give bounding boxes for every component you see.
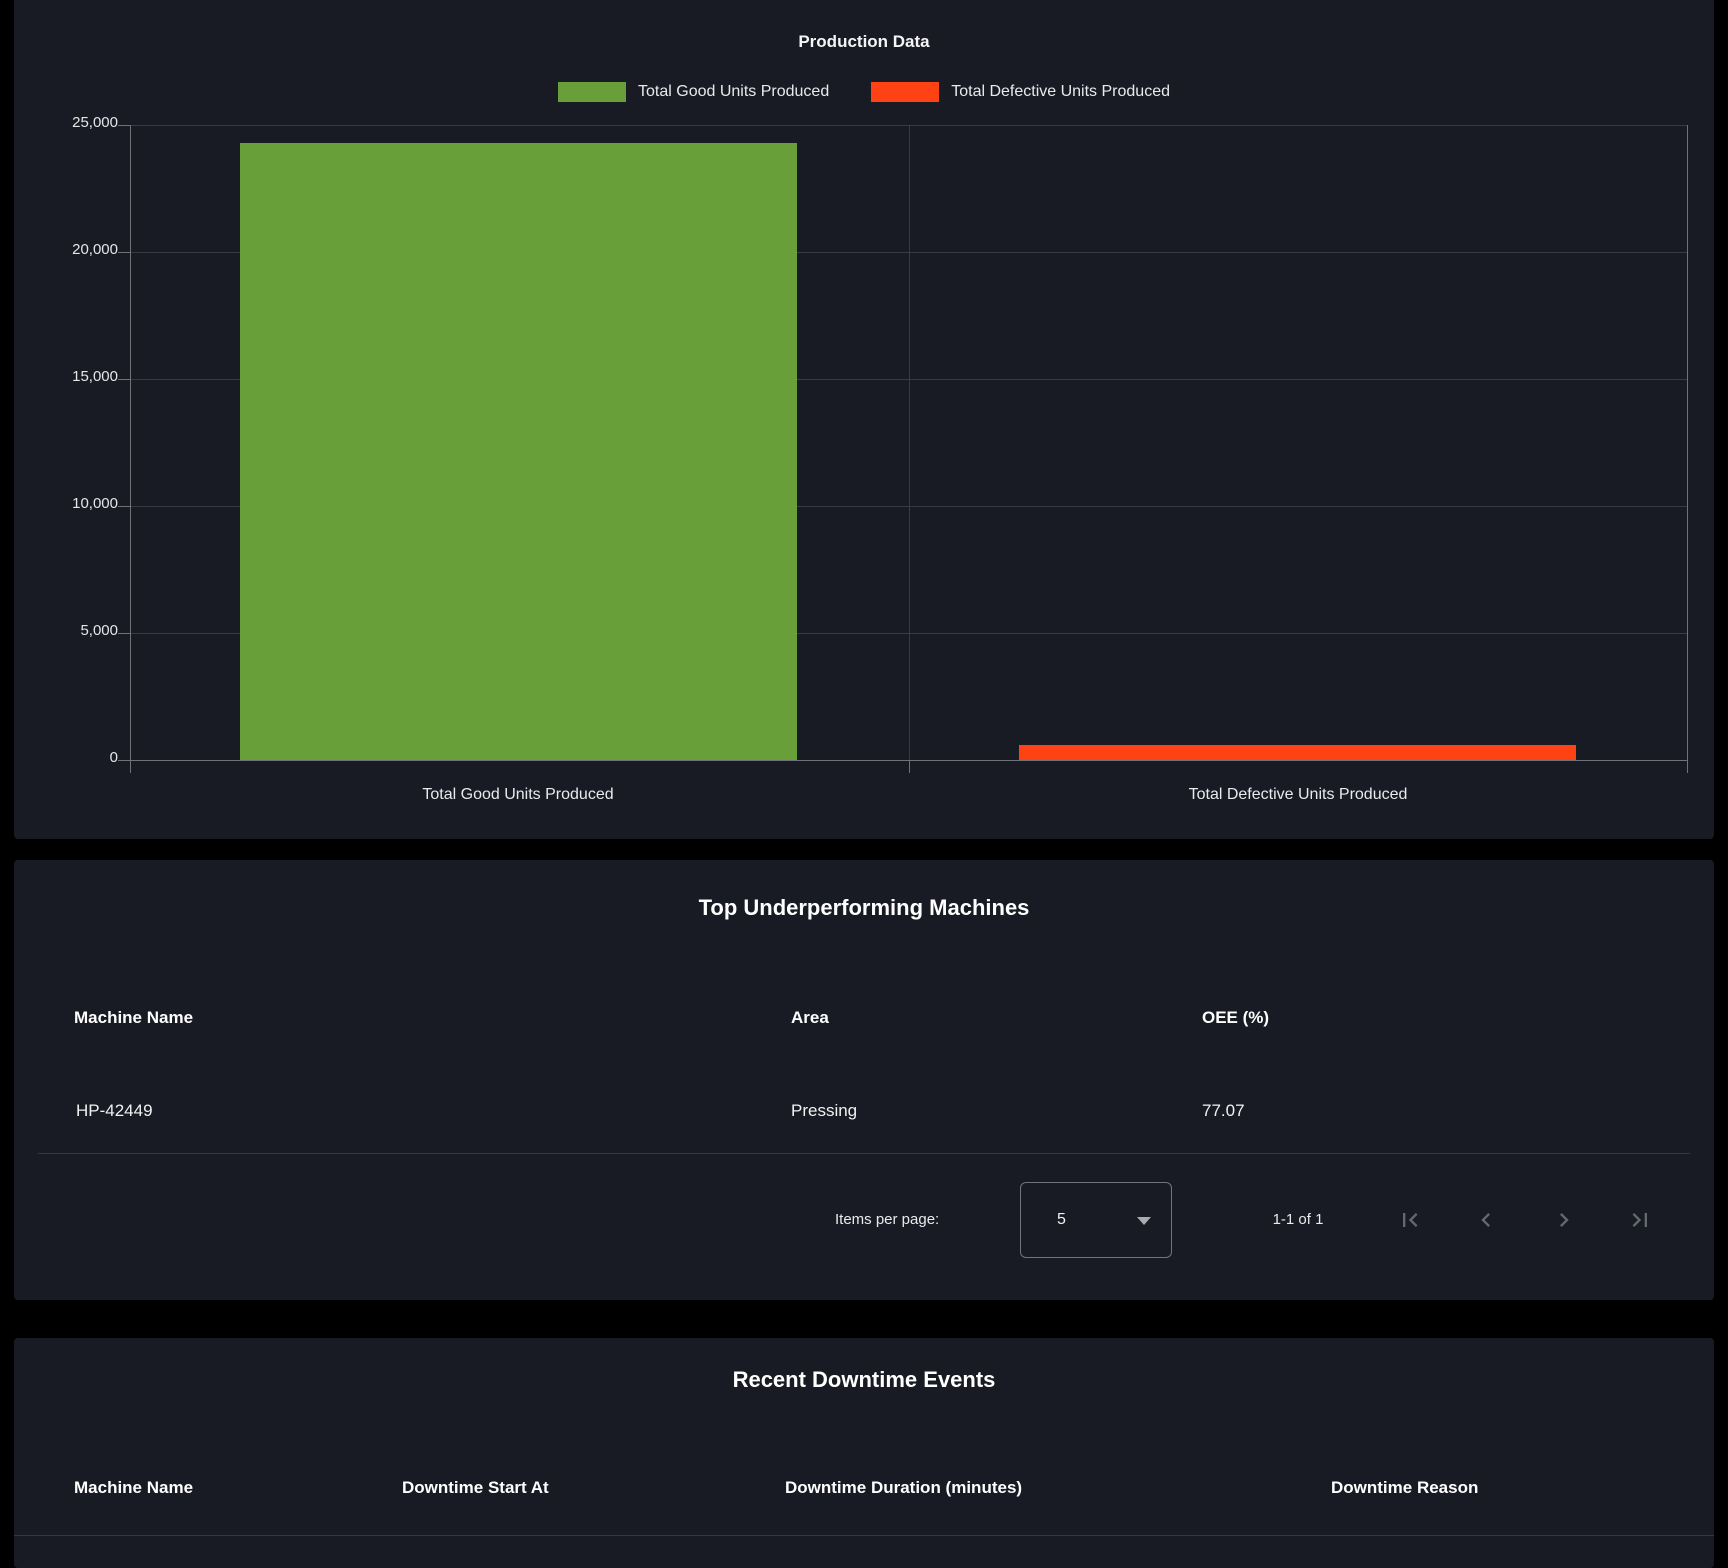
bar-good-units xyxy=(240,143,797,760)
chart-title: Production Data xyxy=(14,32,1714,52)
column-header-machine-name: Machine Name xyxy=(74,1008,193,1028)
x-axis-line xyxy=(130,760,1688,761)
defective-units-swatch xyxy=(871,82,939,102)
first-page-button[interactable] xyxy=(1394,1204,1426,1236)
row-divider xyxy=(38,1153,1690,1154)
recent-downtime-card: Recent Downtime Events Machine Name Down… xyxy=(14,1338,1714,1568)
previous-page-button[interactable] xyxy=(1470,1204,1502,1236)
cell-oee: 77.07 xyxy=(1202,1101,1245,1121)
x-label-good-units: Total Good Units Produced xyxy=(218,786,818,804)
page-size-value: 5 xyxy=(1057,1183,1066,1257)
last-page-icon xyxy=(1626,1206,1654,1234)
chevron-right-icon xyxy=(1550,1206,1578,1234)
y-tickmark xyxy=(118,252,130,253)
production-chart-card: Production Data Total Good Units Produce… xyxy=(14,0,1714,839)
column-header-oee: OEE (%) xyxy=(1202,1008,1269,1028)
chevron-left-icon xyxy=(1472,1206,1500,1234)
y-tick-0: 0 xyxy=(14,749,118,766)
y-tick-20000: 20,000 xyxy=(14,241,118,258)
column-header-downtime-reason: Downtime Reason xyxy=(1331,1478,1478,1498)
y-tickmark xyxy=(118,125,130,126)
plot-right-border xyxy=(1687,125,1688,773)
page-size-select[interactable]: 5 xyxy=(1020,1182,1172,1258)
y-tickmark xyxy=(118,506,130,507)
x-label-defective-units: Total Defective Units Produced xyxy=(998,786,1598,804)
y-tickmark xyxy=(118,379,130,380)
column-header-downtime-duration: Downtime Duration (minutes) xyxy=(785,1478,1022,1498)
legend-item-good-units[interactable]: Total Good Units Produced xyxy=(558,82,829,102)
x-tickmark xyxy=(909,760,910,773)
column-header-machine-name: Machine Name xyxy=(74,1478,193,1498)
plot-area xyxy=(130,125,1687,760)
legend-label: Total Defective Units Produced xyxy=(951,83,1170,101)
last-page-button[interactable] xyxy=(1624,1204,1656,1236)
paginator-range-label: 1-1 of 1 xyxy=(1248,1211,1348,1228)
chevron-down-icon xyxy=(1137,1217,1151,1225)
header-divider xyxy=(14,1535,1714,1536)
y-tick-5000: 5,000 xyxy=(14,622,118,639)
next-page-button[interactable] xyxy=(1548,1204,1580,1236)
y-tick-25000: 25,000 xyxy=(14,114,118,131)
legend-item-defective-units[interactable]: Total Defective Units Produced xyxy=(871,82,1170,102)
y-tickmark xyxy=(118,633,130,634)
bar-defective-units xyxy=(1019,745,1576,760)
y-tickmark xyxy=(118,760,130,761)
chart-legend: Total Good Units Produced Total Defectiv… xyxy=(14,82,1714,102)
section-title: Top Underperforming Machines xyxy=(14,895,1714,921)
column-header-area: Area xyxy=(791,1008,829,1028)
good-units-swatch xyxy=(558,82,626,102)
cell-area: Pressing xyxy=(791,1101,857,1121)
y-tick-15000: 15,000 xyxy=(14,368,118,385)
legend-label: Total Good Units Produced xyxy=(638,83,829,101)
underperforming-machines-card: Top Underperforming Machines Machine Nam… xyxy=(14,860,1714,1300)
first-page-icon xyxy=(1396,1206,1424,1234)
section-title: Recent Downtime Events xyxy=(14,1367,1714,1393)
column-header-downtime-start: Downtime Start At xyxy=(402,1478,549,1498)
cell-machine-name: HP-42449 xyxy=(76,1101,153,1121)
items-per-page-label: Items per page: xyxy=(835,1211,939,1228)
y-tick-10000: 10,000 xyxy=(14,495,118,512)
